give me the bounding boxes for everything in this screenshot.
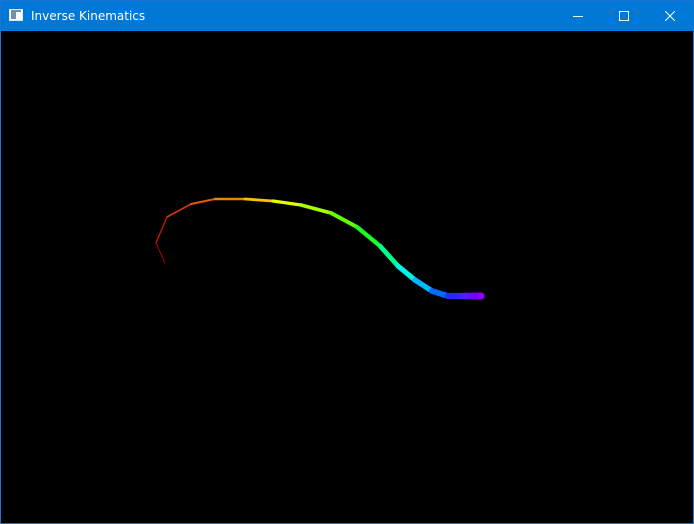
close-icon (665, 11, 675, 21)
chain-segment (166, 203, 192, 218)
render-canvas[interactable] (1, 31, 693, 523)
maximize-icon (619, 11, 629, 21)
chain-segment (354, 224, 383, 249)
chain-segment (299, 203, 333, 215)
ik-window: Inverse Kinematics (0, 0, 694, 524)
chain-segment (377, 243, 401, 269)
chain-segment (243, 197, 275, 203)
chain-segment (271, 199, 303, 207)
app-window-icon (9, 9, 23, 21)
chain-segment (189, 197, 217, 206)
chain-segment (155, 242, 166, 264)
ik-chain (155, 197, 485, 300)
maximize-button[interactable] (601, 1, 647, 31)
window-title: Inverse Kinematics (31, 9, 146, 23)
chain-segment (329, 211, 359, 229)
title-bar[interactable]: Inverse Kinematics (1, 1, 693, 31)
minimize-icon (573, 16, 583, 17)
minimize-button[interactable] (555, 1, 601, 31)
chain-segment (155, 216, 168, 244)
chain-segment (395, 263, 418, 283)
chain-segment (412, 277, 435, 294)
close-button[interactable] (647, 1, 693, 31)
